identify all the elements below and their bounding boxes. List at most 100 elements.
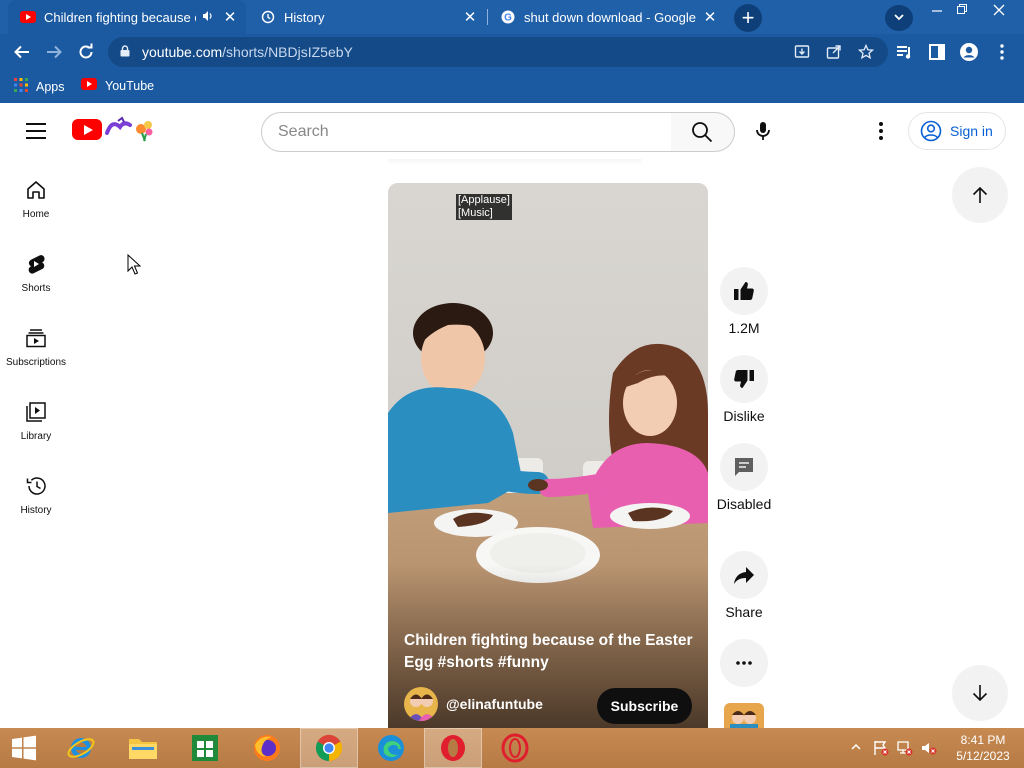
url-path: /shorts/NBDjsIZ5ebY <box>222 44 353 60</box>
side-panel-icon[interactable] <box>925 40 949 64</box>
close-tab-icon[interactable]: ✕ <box>700 8 720 26</box>
taskbar-opera-gx[interactable] <box>486 728 544 768</box>
next-short-button[interactable] <box>952 665 1008 721</box>
dislike-button[interactable] <box>720 355 768 403</box>
channel-avatar[interactable] <box>404 687 438 721</box>
chrome-icon <box>315 734 343 762</box>
tab-strip: Children fighting because of ✕ History ✕… <box>0 0 1024 34</box>
comments-label: Disabled <box>716 496 772 512</box>
restore-button[interactable] <box>947 0 977 22</box>
share-button[interactable] <box>720 551 768 599</box>
internet-explorer-icon <box>67 738 95 758</box>
search-box[interactable] <box>261 112 672 152</box>
arrow-down-icon <box>972 685 988 702</box>
edge-icon <box>378 735 404 761</box>
taskbar-edge[interactable] <box>362 728 420 768</box>
tab-youtube-short[interactable]: Children fighting because of ✕ <box>8 0 246 34</box>
opera-icon <box>441 735 465 761</box>
like-button[interactable] <box>720 267 768 315</box>
profile-icon[interactable] <box>957 40 981 64</box>
bookmark-apps[interactable]: Apps <box>14 78 65 95</box>
tab-title: History <box>284 9 325 25</box>
search-button[interactable] <box>671 112 735 152</box>
subscribe-button[interactable]: Subscribe <box>597 688 692 724</box>
share-page-icon[interactable] <box>824 42 844 62</box>
menu-hamburger-icon[interactable] <box>26 123 46 139</box>
youtube-icon <box>20 9 36 25</box>
youtube-doodle-icon[interactable] <box>104 115 158 143</box>
nav-item-home[interactable]: Home <box>0 159 72 225</box>
tab-google-search[interactable]: G shut down download - Google Se ✕ <box>488 0 726 34</box>
sound-thumbnail[interactable] <box>724 703 764 728</box>
history-icon <box>260 9 276 25</box>
thumbs-up-icon <box>734 282 754 300</box>
more-actions-button[interactable] <box>720 639 768 687</box>
mouse-cursor-icon <box>127 254 141 275</box>
voice-search-button[interactable] <box>748 116 778 146</box>
library-icon <box>26 402 46 422</box>
comments-button[interactable] <box>720 443 768 491</box>
channel-name[interactable]: @elinafuntube <box>446 696 543 712</box>
address-bar[interactable]: youtube.com/shorts/NBDjsIZ5ebY <box>108 37 888 67</box>
chrome-menu-icon[interactable] <box>990 40 1014 64</box>
firefox-icon <box>254 735 280 761</box>
previous-short-button[interactable] <box>952 167 1008 223</box>
tab-search-button[interactable] <box>885 5 913 31</box>
tab-history[interactable]: History ✕ <box>248 0 486 34</box>
bookmark-star-icon[interactable] <box>856 42 876 62</box>
nav-label: Home <box>22 209 50 220</box>
forward-button[interactable] <box>42 40 66 64</box>
taskbar-store[interactable] <box>176 728 234 768</box>
media-controls-icon[interactable] <box>893 40 917 64</box>
network-status-icon[interactable] <box>897 740 913 759</box>
taskbar-chrome[interactable] <box>300 728 358 768</box>
history-icon <box>26 477 46 495</box>
microphone-icon <box>756 122 770 140</box>
arrow-up-icon <box>972 186 988 203</box>
settings-more-icon[interactable] <box>870 119 892 143</box>
windows-logo-icon <box>12 735 36 761</box>
volume-muted-icon[interactable] <box>921 740 937 759</box>
bookmark-label: Apps <box>36 79 65 94</box>
nav-label: Shorts <box>21 283 51 294</box>
taskbar-file-explorer[interactable] <box>114 728 172 768</box>
comment-icon <box>735 458 753 476</box>
new-tab-button[interactable]: + <box>734 4 762 32</box>
nav-item-history[interactable]: History <box>0 455 72 521</box>
taskbar-internet-explorer[interactable] <box>52 728 110 768</box>
close-tab-icon[interactable]: ✕ <box>460 8 480 26</box>
reload-button[interactable] <box>74 40 98 64</box>
sign-in-label: Sign in <box>950 123 993 139</box>
shorts-video-player[interactable]: [Applause] [Music] Children fighting bec… <box>388 183 708 728</box>
show-hidden-icons-chevron-icon[interactable] <box>851 740 861 754</box>
opera-gx-icon <box>501 733 529 763</box>
speaker-icon[interactable] <box>202 10 214 25</box>
sign-in-button[interactable]: Sign in <box>908 112 1006 150</box>
bookmarks-bar: Apps YouTube <box>0 70 1024 103</box>
close-window-button[interactable] <box>984 0 1014 22</box>
search-input[interactable] <box>278 113 658 151</box>
close-tab-icon[interactable]: ✕ <box>220 8 240 26</box>
windows-taskbar: 8:41 PM 5/12/2023 <box>0 728 1024 768</box>
share-label: Share <box>725 604 763 620</box>
chevron-down-icon <box>894 14 904 21</box>
install-app-icon[interactable] <box>792 42 812 62</box>
start-button[interactable] <box>0 728 48 768</box>
system-clock[interactable]: 8:41 PM 5/12/2023 <box>950 732 1016 764</box>
short-title[interactable]: Children fighting because of the Easter … <box>404 630 694 674</box>
nav-item-library[interactable]: Library <box>0 381 72 447</box>
nav-item-subscriptions[interactable]: Subscriptions <box>0 307 72 373</box>
youtube-logo[interactable] <box>72 119 102 140</box>
taskbar-firefox[interactable] <box>238 728 296 768</box>
dislike-label: Dislike <box>723 408 765 424</box>
arrow-left-icon <box>14 45 29 59</box>
nav-item-shorts[interactable]: Shorts <box>0 233 72 299</box>
caption-line: [Music] <box>458 207 493 219</box>
taskbar-opera[interactable] <box>424 728 482 768</box>
clock-time: 8:41 PM <box>960 733 1006 747</box>
account-circle-icon <box>920 120 942 142</box>
back-button[interactable] <box>10 40 34 64</box>
clock-date: 5/12/2023 <box>956 749 1010 763</box>
action-center-flag-icon[interactable] <box>873 740 889 759</box>
bookmark-youtube[interactable]: YouTube <box>81 78 154 93</box>
